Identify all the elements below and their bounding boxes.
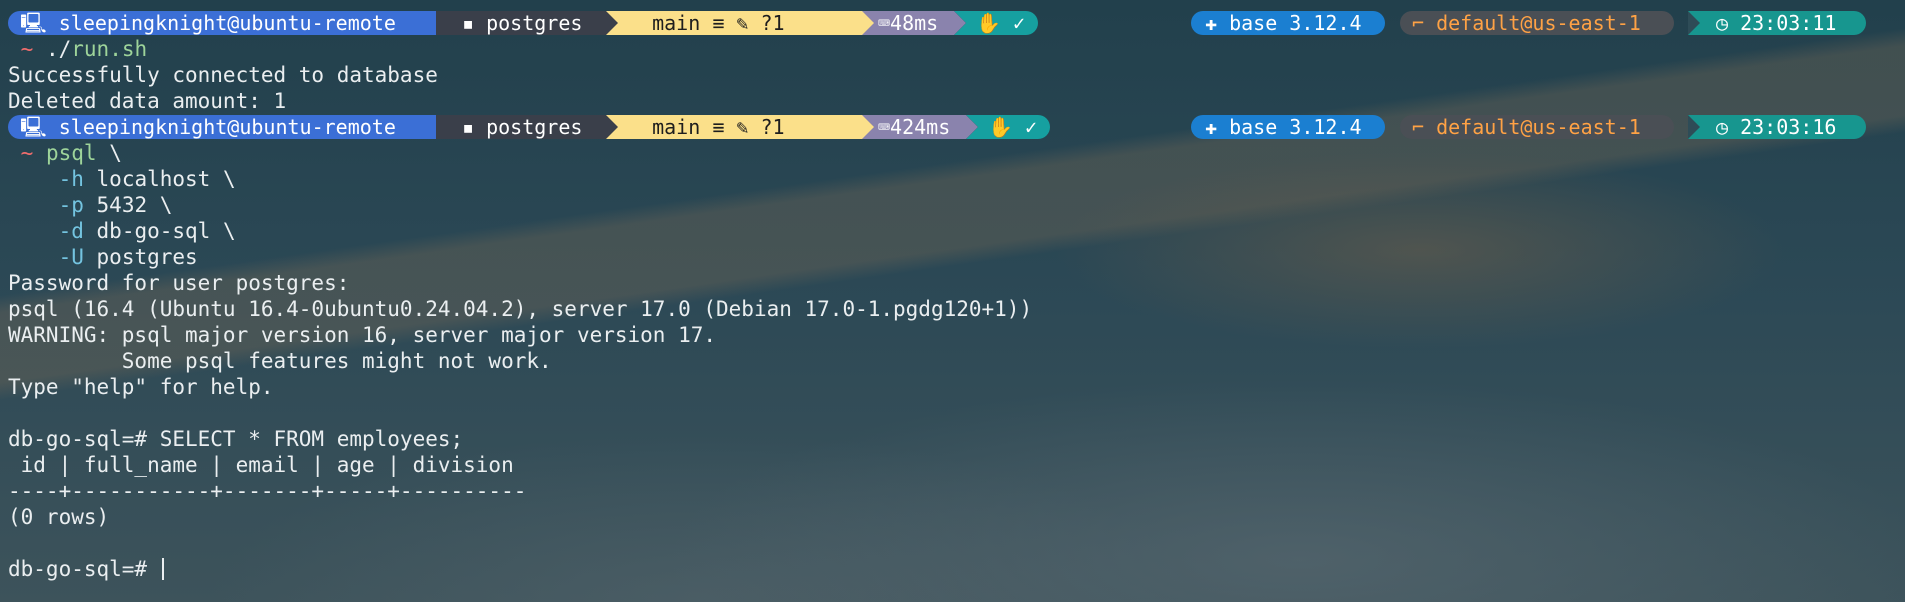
user-host-segment: 🖳 sleepingknight@ubuntu-remote — [8, 115, 448, 139]
command-line: ~ ./run.sh — [20, 37, 148, 61]
aws-profile-segment: ⌐ default@us-east-1 — [1400, 115, 1674, 139]
output-line: WARNING: psql major version 16, server m… — [8, 323, 717, 347]
python-env-segment: ✚ base 3.12.4 — [1191, 115, 1385, 139]
command-arg-line: -h localhost \ — [58, 167, 236, 191]
python-env-segment: ✚ base 3.12.4 — [1191, 11, 1385, 35]
text-cursor — [161, 558, 164, 580]
monitor-icon: 🖳 — [20, 11, 47, 35]
command-arg-line: -p 5432 \ — [58, 193, 173, 217]
output-line: Some psql features might not work. — [8, 349, 552, 373]
clock-icon: ◷ — [1716, 11, 1729, 35]
aws-icon: ⌐ — [1412, 11, 1425, 35]
hand-icon: ✋ — [976, 11, 1001, 35]
python-icon: ✚ — [1205, 115, 1218, 139]
output-line: Deleted data amount: 1 — [8, 89, 287, 113]
monitor-icon: 🖳 — [20, 115, 47, 139]
time-segment: ◷ 23:03:11 — [1688, 11, 1866, 35]
exec-time-segment: ⌨48ms — [862, 11, 966, 35]
exec-time-segment: ⌨424ms — [862, 115, 978, 139]
git-segment: main ≡ ✎ ?1 — [606, 11, 874, 35]
output-line: Password for user postgres: — [8, 271, 350, 295]
prompt-bar: 🖳 sleepingknight@ubuntu-remote ▪ postgre… — [0, 114, 1905, 140]
output-line: Successfully connected to database — [8, 63, 438, 87]
check-icon: ✓ — [1012, 11, 1025, 35]
command-arg-line: -d db-go-sql \ — [58, 219, 236, 243]
keyboard-icon: ⌨ — [878, 11, 891, 35]
command-arg-line: -U postgres — [58, 245, 198, 269]
clock-icon: ◷ — [1716, 115, 1729, 139]
output-line: (0 rows) — [8, 505, 110, 529]
psql-input-line[interactable]: db-go-sql=# — [0, 556, 1905, 582]
command-line: ~ psql \ — [20, 141, 122, 165]
output-line: psql (16.4 (Ubuntu 16.4-0ubuntu0.24.04.2… — [8, 297, 1033, 321]
status-segment: ✋ ✓ — [954, 11, 1038, 35]
output-line: Type "help" for help. — [8, 375, 274, 399]
user-host-segment: 🖳 sleepingknight@ubuntu-remote — [8, 11, 448, 35]
output-line: id | full_name | email | age | division — [8, 453, 514, 477]
git-segment: main ≡ ✎ ?1 — [606, 115, 874, 139]
python-icon: ✚ — [1205, 11, 1218, 35]
folder-icon: ▪ — [462, 11, 475, 35]
terminal[interactable]: 🖳 sleepingknight@ubuntu-remote ▪ postgre… — [0, 10, 1905, 582]
aws-profile-segment: ⌐ default@us-east-1 — [1400, 11, 1674, 35]
psql-prompt: db-go-sql=# — [8, 557, 160, 581]
folder-icon: ▪ — [462, 115, 475, 139]
path-segment: ▪ postgres — [436, 11, 618, 35]
time-segment: ◷ 23:03:16 — [1688, 115, 1866, 139]
hand-icon: ✋ — [988, 115, 1013, 139]
check-icon: ✓ — [1024, 115, 1037, 139]
output-line: ----+-----------+-------+-----+---------… — [8, 479, 527, 503]
aws-icon: ⌐ — [1412, 115, 1425, 139]
path-segment: ▪ postgres — [436, 115, 618, 139]
output-line: db-go-sql=# SELECT * FROM employees; — [8, 427, 464, 451]
status-segment: ✋ ✓ — [966, 115, 1050, 139]
prompt-bar: 🖳 sleepingknight@ubuntu-remote ▪ postgre… — [0, 10, 1905, 36]
keyboard-icon: ⌨ — [878, 115, 891, 139]
